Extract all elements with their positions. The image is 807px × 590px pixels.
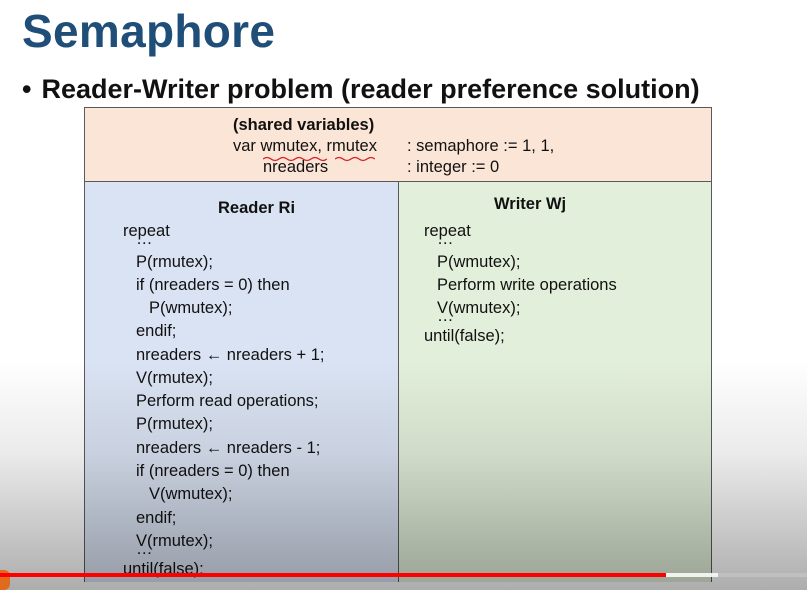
var-keyword: var <box>233 137 261 155</box>
code-line: nreaders ← nreaders + 1; <box>136 346 325 364</box>
var-type: : semaphore := 1, 1, <box>407 137 555 155</box>
code-line: P(wmutex); <box>437 253 521 271</box>
reader-heading: Reader Ri <box>218 199 296 217</box>
spellcheck-underline-icon <box>335 156 375 162</box>
shared-variables-section: (shared variables) var wmutex, rmutex : … <box>85 108 711 182</box>
bullet-text: Reader-Writer problem (reader preference… <box>41 74 700 104</box>
writer-heading: Writer Wj <box>494 195 567 213</box>
code-line: if (nreaders = 0) then <box>136 462 290 480</box>
video-progress-bar[interactable] <box>0 573 807 577</box>
slide-title: Semaphore <box>22 5 276 57</box>
progress-played <box>0 573 666 577</box>
algorithm-table: (shared variables) var wmutex, rmutex : … <box>84 107 712 582</box>
bullet-item: • Reader-Writer problem (reader preferenc… <box>22 74 700 105</box>
bullet-dot-icon: • <box>22 74 32 104</box>
code-ellipsis: … <box>136 540 153 558</box>
code-ellipsis: … <box>437 307 454 325</box>
code-line: nreaders ← nreaders - 1; <box>136 439 321 457</box>
reader-column: Reader Ri repeat … P(rmutex); if (nreade… <box>85 182 399 582</box>
code-line: P(rmutex); <box>136 253 214 271</box>
code-line: P(wmutex); <box>149 299 233 317</box>
code-line: P(rmutex); <box>136 415 214 433</box>
code-line: Perform read operations; <box>136 392 319 410</box>
shared-heading: (shared variables) <box>233 116 375 134</box>
var-names: wmutex, rmutex <box>260 137 377 155</box>
nreaders-name: nreaders <box>263 158 329 176</box>
code-line: Perform write operations <box>437 276 617 294</box>
code-line: if (nreaders = 0) then <box>136 276 290 294</box>
nreaders-type: : integer := 0 <box>407 158 500 176</box>
code-line: V(wmutex); <box>149 485 233 503</box>
code-line: until(false); <box>424 327 505 345</box>
writer-column: Writer Wj repeat … P(wmutex); Perform wr… <box>399 182 711 582</box>
var-declaration: var wmutex, rmutex <box>233 137 377 156</box>
code-line: V(rmutex); <box>136 369 214 387</box>
code-ellipsis: … <box>136 230 153 248</box>
code-line: endif; <box>136 322 177 340</box>
code-ellipsis: … <box>437 230 454 248</box>
code-line: endif; <box>136 509 177 527</box>
